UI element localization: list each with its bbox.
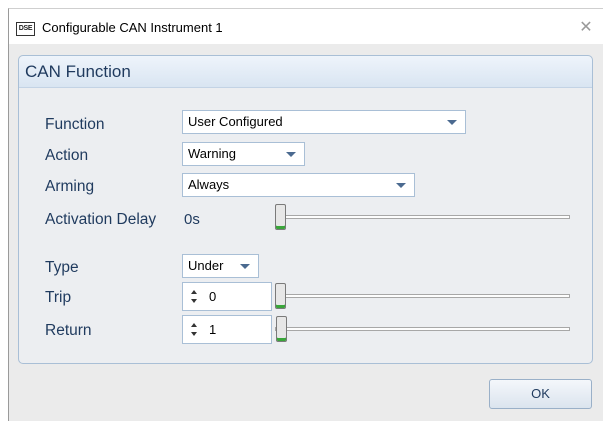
return-label: Return — [45, 322, 92, 339]
type-dropdown-value: Under — [188, 258, 224, 273]
arming-label: Arming — [45, 178, 95, 195]
activation-delay-label: Activation Delay — [45, 211, 157, 228]
function-dropdown-value: User Configured — [188, 114, 283, 129]
action-dropdown[interactable]: Warning — [182, 142, 305, 166]
activation-delay-value: 0s — [184, 211, 200, 228]
title-bar: DSE Configurable CAN Instrument 1 ✕ — [9, 9, 603, 44]
type-dropdown[interactable]: Under — [182, 254, 259, 278]
spin-arrows-icon[interactable] — [191, 323, 199, 337]
arming-dropdown[interactable]: Always — [182, 173, 415, 197]
function-label: Function — [45, 116, 105, 133]
chevron-down-icon — [396, 183, 406, 188]
slider-thumb[interactable] — [275, 283, 286, 309]
action-label: Action — [45, 147, 89, 164]
arming-dropdown-value: Always — [188, 177, 230, 192]
chevron-down-icon — [447, 120, 457, 125]
return-value: 1 — [209, 322, 217, 337]
close-button[interactable]: ✕ — [575, 17, 597, 39]
window-title: Configurable CAN Instrument 1 — [42, 20, 223, 35]
slider-thumb[interactable] — [275, 204, 286, 230]
slider-track — [275, 294, 570, 298]
chevron-down-icon — [286, 152, 296, 157]
action-dropdown-value: Warning — [188, 146, 236, 161]
trip-spinner[interactable]: 0 — [182, 282, 272, 311]
spin-up-icon[interactable] — [191, 290, 197, 294]
slider-track — [275, 215, 570, 219]
spin-down-icon[interactable] — [191, 299, 197, 303]
slider-thumb[interactable] — [276, 316, 287, 342]
activation-delay-slider[interactable] — [275, 204, 570, 230]
group-title: CAN Function — [25, 62, 131, 81]
spin-up-icon[interactable] — [191, 323, 197, 327]
trip-label: Trip — [45, 289, 72, 306]
spin-down-icon[interactable] — [191, 332, 197, 336]
slider-track — [275, 327, 570, 331]
return-slider[interactable] — [275, 316, 570, 342]
trip-value: 0 — [209, 289, 217, 304]
group-header: CAN Function — [19, 56, 592, 88]
chevron-down-icon — [240, 264, 250, 269]
trip-slider[interactable] — [275, 283, 570, 309]
spin-arrows-icon[interactable] — [191, 290, 199, 304]
type-label: Type — [45, 259, 79, 276]
app-logo-icon: DSE — [16, 22, 35, 36]
function-dropdown[interactable]: User Configured — [182, 110, 466, 134]
ok-button[interactable]: OK — [489, 379, 592, 409]
return-spinner[interactable]: 1 — [182, 315, 272, 344]
